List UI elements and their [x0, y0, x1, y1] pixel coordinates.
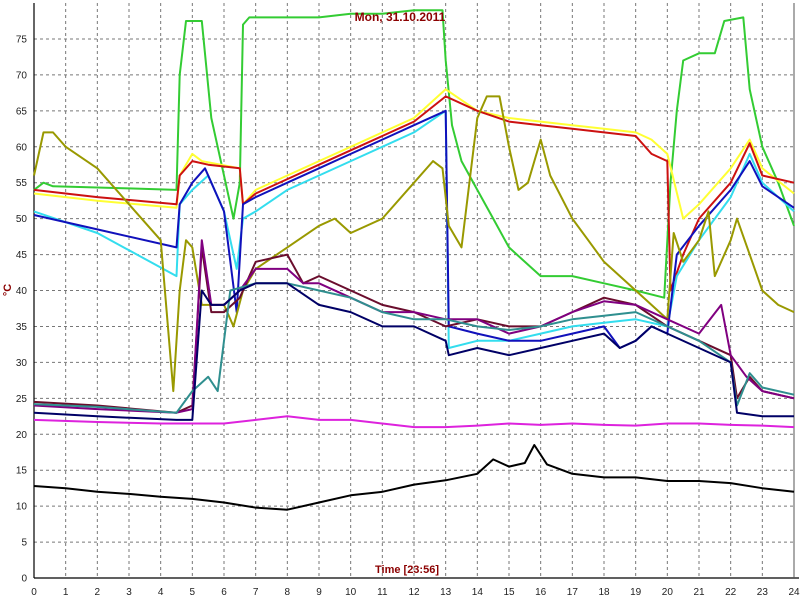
x-axis-label: Time [23:56]	[375, 564, 439, 576]
chart-title: Mon, 31.10.2011	[355, 10, 446, 24]
chart-container: 0 1 2 3 4 5 6 7 8 9 10 11 12 13 14 15 16 17 18 19 20 21 22 23 24…	[0, 0, 800, 600]
x-tick-label: 17	[567, 587, 579, 598]
y-tick-label: 70	[16, 70, 28, 81]
y-tick-label: 35	[16, 322, 28, 333]
x-tick-label: 9	[316, 587, 322, 598]
y-tick-label: 75	[16, 34, 28, 45]
y-tick-label: 40	[16, 286, 28, 297]
x-tick-label: 18	[598, 587, 610, 598]
x-tick-label: 2	[95, 587, 101, 598]
y-tick-label: 5	[21, 538, 27, 549]
x-tick-label: 6	[221, 587, 227, 598]
y-tick-label: 10	[16, 502, 28, 513]
x-tick-label: 8	[285, 587, 291, 598]
x-tick-label: 22	[725, 587, 737, 598]
y-tick-label: 60	[16, 142, 28, 153]
x-tick-label: 20	[662, 587, 674, 598]
x-tick-label: 23	[757, 587, 769, 598]
x-tick-label: 12	[408, 587, 420, 598]
y-tick-label: 0	[21, 574, 27, 585]
x-tick-label: 10	[345, 587, 357, 598]
x-tick-label: 5	[190, 587, 196, 598]
y-tick-label: 45	[16, 250, 28, 261]
x-tick-label: 16	[535, 587, 547, 598]
x-tick-label: 13	[440, 587, 452, 598]
x-tick-label: 24	[788, 587, 800, 598]
y-tick-label: 15	[16, 466, 28, 477]
temperature-line-chart: 0 1 2 3 4 5 6 7 8 9 10 11 12 13 14 15 16 17 18 19 20 21 22 23 24…	[0, 0, 800, 600]
y-tick-label: 50	[16, 214, 28, 225]
x-tick-label: 4	[158, 587, 164, 598]
x-tick-label: 3	[126, 587, 132, 598]
x-tick-label: 0	[31, 587, 37, 598]
y-tick-label: 65	[16, 106, 28, 117]
y-tick-label: 25	[16, 394, 28, 405]
x-tick-label: 15	[503, 587, 515, 598]
x-tick-label: 19	[630, 587, 642, 598]
x-tick-label: 11	[377, 587, 388, 598]
x-tick-label: 7	[253, 587, 259, 598]
y-tick-label: 30	[16, 358, 28, 369]
x-tick-label: 14	[472, 587, 484, 598]
y-tick-label: 20	[16, 430, 28, 441]
y-axis-label: °C	[2, 284, 14, 296]
x-tick-label: 1	[63, 587, 69, 598]
x-tick-label: 21	[693, 587, 705, 598]
y-tick-label: 55	[16, 178, 28, 189]
